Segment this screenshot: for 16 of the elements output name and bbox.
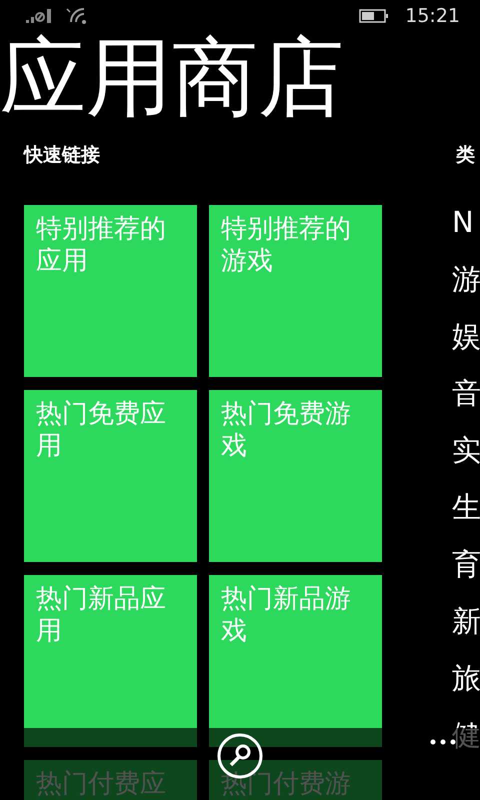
category-item[interactable]: 旅	[452, 663, 480, 693]
signal-icon	[26, 8, 54, 24]
category-item[interactable]: N	[452, 207, 480, 237]
section-header: 类	[456, 144, 475, 166]
category-item[interactable]: 游	[452, 264, 480, 294]
category-item[interactable]: 育	[452, 549, 480, 579]
category-item[interactable]: 生	[452, 492, 480, 522]
category-item[interactable]: 新	[452, 606, 480, 636]
wifi-icon	[66, 7, 88, 25]
category-item[interactable]: 音	[452, 378, 480, 408]
status-time: 15:21	[405, 4, 460, 29]
category-item[interactable]: 娱	[452, 321, 480, 351]
battery-icon	[359, 9, 390, 23]
category-item[interactable]: 实	[452, 435, 480, 465]
section-header: 快速链接	[24, 144, 100, 166]
page-title: 应用商店	[0, 35, 344, 121]
